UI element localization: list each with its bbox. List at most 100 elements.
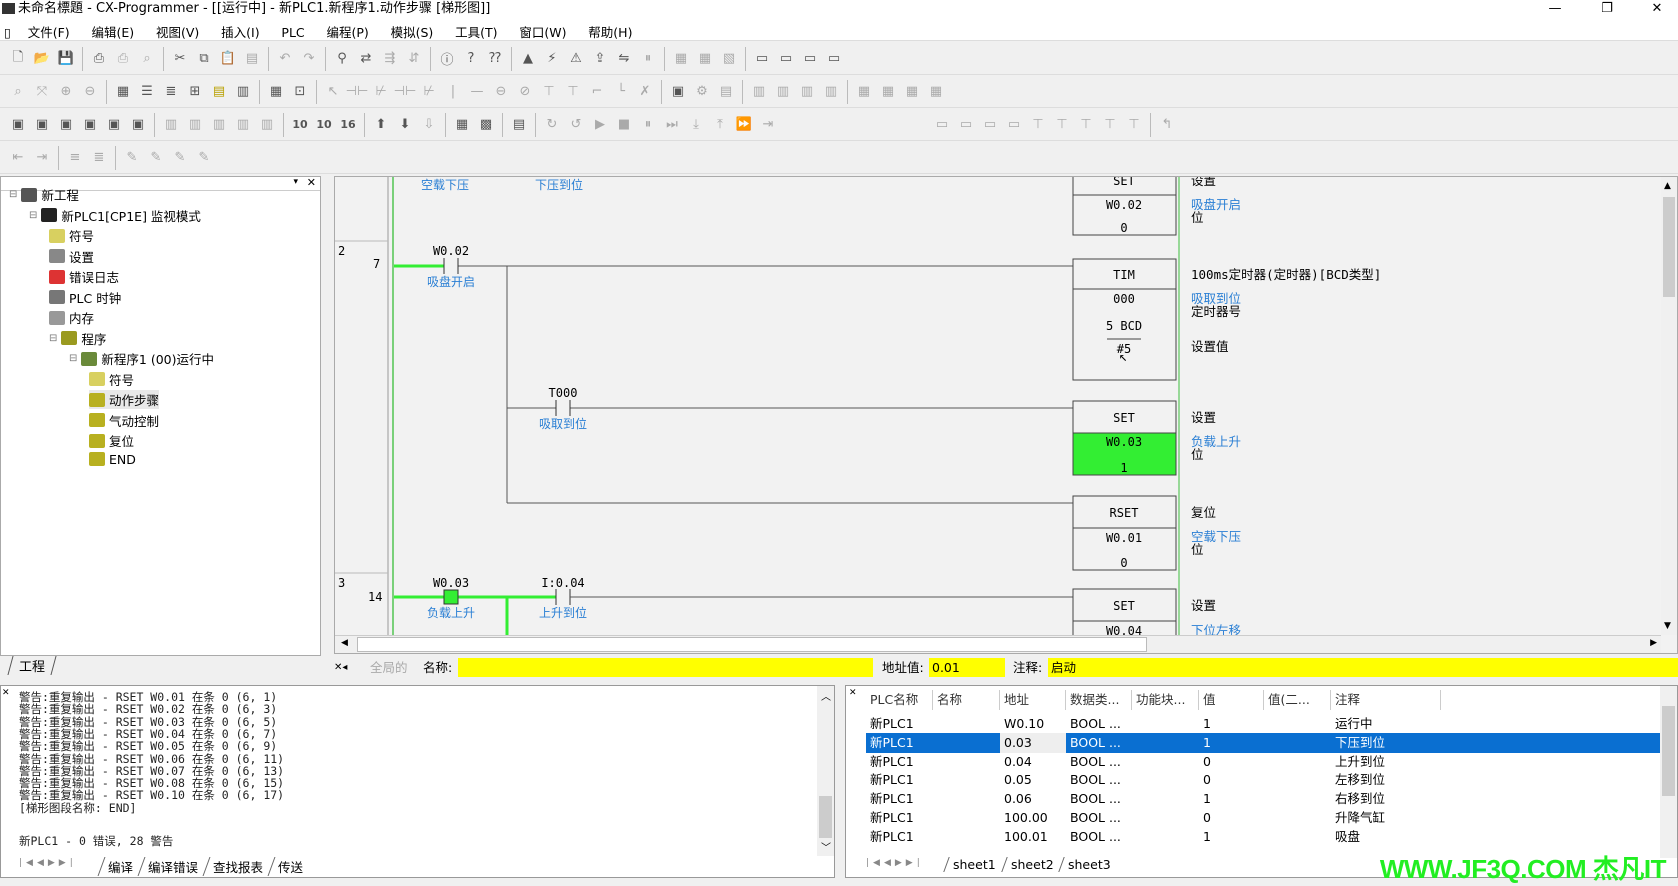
output-window-icon[interactable]: ▣: [30, 113, 54, 137]
block7-icon[interactable]: ⊤: [1074, 113, 1098, 137]
memory-view3-icon[interactable]: ▦: [900, 80, 924, 104]
monitor-window-icon[interactable]: ▦: [450, 113, 474, 137]
tree-item[interactable]: 符号: [89, 370, 134, 389]
stop-icon[interactable]: ■: [612, 113, 636, 137]
pause-sim-icon[interactable]: ⏸: [636, 113, 660, 137]
redo-icon[interactable]: ↷: [297, 47, 321, 71]
indent-icon[interactable]: ⇤: [6, 146, 30, 170]
name-field[interactable]: [458, 658, 873, 677]
tool-icon[interactable]: ✎: [120, 146, 144, 170]
tool4-icon[interactable]: ✎: [192, 146, 216, 170]
align-icon[interactable]: ≡: [63, 146, 87, 170]
new-icon[interactable]: 🗋: [6, 47, 30, 71]
menu-plc[interactable]: PLC: [272, 22, 313, 43]
scroll-right-icon[interactable]: ▶: [1650, 638, 1657, 648]
open-icon[interactable]: 📂: [30, 47, 54, 71]
watch-row[interactable]: 新PLC1 0.05 BOOL ... 0 左移到位: [866, 770, 1666, 790]
column-header[interactable]: 值: [1199, 690, 1264, 710]
step-icon[interactable]: ⏭: [660, 113, 684, 137]
panel-dropdown-icon[interactable]: ▾: [293, 177, 298, 187]
tab-find-report[interactable]: 查找报表: [202, 857, 273, 876]
grid-icon[interactable]: ▦: [111, 80, 135, 104]
scroll-up-icon[interactable]: ▲: [1664, 181, 1671, 191]
zoom-out-icon[interactable]: ⊖: [78, 80, 102, 104]
address-ref-icon[interactable]: ⇵: [402, 47, 426, 71]
address-field[interactable]: 0.01: [929, 658, 1005, 677]
tab-sheet1[interactable]: sheet1: [943, 857, 1005, 872]
document-icon[interactable]: ▯: [0, 22, 15, 43]
help-icon[interactable]: ?: [459, 47, 483, 71]
return-icon[interactable]: ↰: [1155, 113, 1179, 137]
collapse-icon[interactable]: ⊟: [29, 210, 37, 221]
signed-decimal-icon[interactable]: 10: [312, 113, 336, 137]
run-icon[interactable]: ▶: [588, 113, 612, 137]
compare-icon[interactable]: ⇋: [612, 47, 636, 71]
block5-icon[interactable]: ⊤: [1026, 113, 1050, 137]
io-table-icon[interactable]: ⊡: [288, 80, 312, 104]
mode-icon[interactable]: ▥: [159, 113, 183, 137]
cross-ref-icon[interactable]: ⇶: [378, 47, 402, 71]
zoom-fit-icon[interactable]: ⤧: [30, 80, 54, 104]
block3-icon[interactable]: ▭: [978, 113, 1002, 137]
menu-insert[interactable]: 插入(I): [212, 19, 268, 44]
mode2-icon[interactable]: ▥: [183, 113, 207, 137]
sim2-icon[interactable]: ↺: [564, 113, 588, 137]
tree-item[interactable]: ⊟ 新PLC1[CP1E] 监视模式: [29, 206, 201, 225]
outdent-icon[interactable]: ⇥: [30, 146, 54, 170]
restore-button[interactable]: ❐: [1587, 0, 1627, 19]
vertical-scrollbar[interactable]: ▲ ▼: [1661, 177, 1677, 635]
save-icon[interactable]: 💾: [54, 47, 78, 71]
horizontal-icon[interactable]: —: [465, 80, 489, 104]
memory-view4-icon[interactable]: ▦: [924, 80, 948, 104]
watch-vertical-scrollbar[interactable]: [1660, 686, 1677, 858]
block9-icon[interactable]: ⊤: [1122, 113, 1146, 137]
menu-file[interactable]: 文件(F): [19, 19, 79, 44]
line-connect-icon[interactable]: ⌐: [585, 80, 609, 104]
watch-row[interactable]: 新PLC1 0.04 BOOL ... 0 上升到位: [866, 752, 1666, 772]
pause-icon[interactable]: ⏸: [636, 47, 660, 71]
paste-icon[interactable]: 📋: [216, 47, 240, 71]
block2-icon[interactable]: ▭: [954, 113, 978, 137]
delete-icon[interactable]: ▤: [240, 47, 264, 71]
tab-sheet2[interactable]: sheet2: [1000, 857, 1063, 872]
tree-item[interactable]: 错误日志: [49, 267, 119, 286]
diff4-icon[interactable]: ▥: [819, 80, 843, 104]
scroll-down-icon[interactable]: ▼: [1664, 621, 1671, 631]
scroll-left-icon[interactable]: ◀: [341, 638, 348, 648]
force-icon[interactable]: ⇩: [417, 113, 441, 137]
column-header[interactable]: 地址: [1000, 690, 1066, 710]
collapse-icon[interactable]: ⊟: [49, 333, 57, 344]
minimize-button[interactable]: —: [1535, 0, 1575, 19]
set-icon[interactable]: ⬆: [369, 113, 393, 137]
print-preview-icon[interactable]: ⎙: [87, 47, 111, 71]
contact-or-icon[interactable]: ⊣⊢: [393, 80, 417, 104]
tab-transfer[interactable]: 传送: [267, 857, 313, 876]
close-button[interactable]: ✕: [1637, 0, 1677, 19]
tree-item[interactable]: ⊟ 程序: [49, 329, 106, 348]
column-header[interactable]: PLC名称: [866, 690, 933, 710]
compile-icon[interactable]: ▦: [669, 47, 693, 71]
tool3-icon[interactable]: ✎: [168, 146, 192, 170]
tab-compile[interactable]: 编译: [97, 857, 143, 876]
tab-compile-errors[interactable]: 编译错误: [137, 857, 208, 876]
tab-sheet3[interactable]: sheet3: [1058, 857, 1120, 872]
context-help-icon[interactable]: ⁇: [483, 47, 507, 71]
contact-ornc-icon[interactable]: ⊬: [417, 80, 441, 104]
global-checkbox-label[interactable]: 全局的: [370, 658, 408, 677]
watch-row[interactable]: 新PLC1 W0.10 BOOL ... 1 运行中: [866, 714, 1666, 734]
menu-tools[interactable]: 工具(T): [446, 19, 506, 44]
find-icon[interactable]: ⚲: [330, 47, 354, 71]
check-icon[interactable]: ▧: [717, 47, 741, 71]
undo-icon[interactable]: ↶: [273, 47, 297, 71]
scroll-down-icon[interactable]: ﹀: [821, 839, 831, 854]
tab-nav-arrows[interactable]: |◀◀▶▶|: [19, 858, 77, 868]
tree-item[interactable]: 动作步骤: [89, 390, 160, 409]
watch-row[interactable]: 新PLC1 100.01 BOOL ... 1 吸盘: [866, 827, 1666, 847]
tool2-icon[interactable]: ✎: [144, 146, 168, 170]
transfer-icon[interactable]: ⇪: [588, 47, 612, 71]
tree-item[interactable]: 复位: [89, 431, 134, 450]
mode4-icon[interactable]: ▥: [231, 113, 255, 137]
column-header[interactable]: 名称: [933, 690, 1000, 710]
replace-icon[interactable]: ⇄: [354, 47, 378, 71]
window3-icon[interactable]: ▭: [798, 47, 822, 71]
